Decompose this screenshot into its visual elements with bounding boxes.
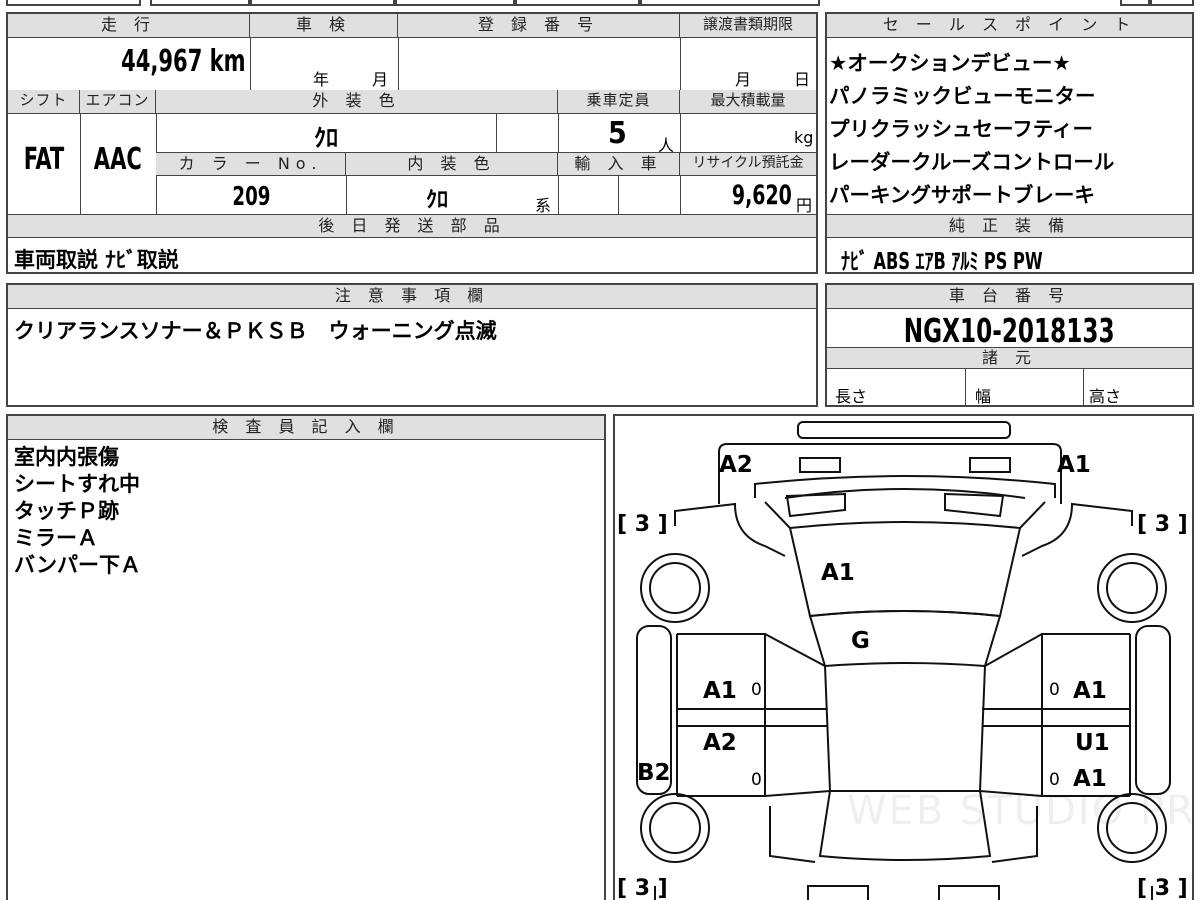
- transfer-month-unit: 月: [735, 70, 752, 89]
- sales-point-item: ★オークションデビュー★: [829, 51, 1071, 75]
- inspection-year-unit: 年: [313, 70, 330, 89]
- sales-point-item: レーダークルーズコントロール: [829, 150, 1115, 174]
- tire-depth-front-left: [ 3 ]: [617, 512, 668, 537]
- inspection-header: 車 検: [250, 14, 398, 38]
- shift-value: FAT: [23, 142, 65, 177]
- color-no-header: カ ラ ー No.: [156, 152, 346, 176]
- exterior-color-header: 外 装 色: [156, 90, 558, 114]
- spec-width-label: 幅: [975, 387, 992, 406]
- notes-header: 注 意 事 項 欄: [8, 285, 816, 309]
- recycle-fee-unit: 円: [796, 196, 813, 215]
- inspector-notes: 室内内張傷 シートすれ中 タッチＰ跡 ミラーＡ バンパー下Ａ: [14, 444, 141, 579]
- aircon-value: AAC: [93, 142, 143, 177]
- inspector-note: タッチＰ跡: [14, 499, 119, 523]
- recycle-fee-value: 9,620: [732, 180, 792, 211]
- mark-left-rear-door: A2: [703, 730, 737, 756]
- interior-color-value: ｸﾛ: [425, 188, 448, 213]
- inspector-panel: 検 査 員 記 入 欄 室内内張傷 シートすれ中 タッチＰ跡 ミラーＡ バンパー…: [6, 414, 606, 900]
- car-damage-diagram: A2 A1 A1 G A1 A1 A2 U1 A1 B2 0 0 0 0 [ 3…: [613, 414, 1194, 900]
- tire-depth-rear-right: [ 3 ]: [1137, 876, 1188, 900]
- inspector-note: 室内内張傷: [14, 445, 119, 469]
- transfer-deadline-header: 譲渡書類期限: [680, 14, 816, 38]
- watermark: WEB STUDIO PRO: [847, 788, 1194, 834]
- vehicle-info-panel: 走 行 車 検 登 録 番 号 譲渡書類期限 44,967 km 年 月 月 日…: [6, 12, 818, 274]
- mark-right-rear-door-1: U1: [1075, 730, 1110, 756]
- chassis-number: NGX10-2018133: [904, 311, 1115, 350]
- interior-color-suffix: 系: [535, 196, 552, 215]
- spec-length-label: 長さ: [835, 387, 868, 406]
- transfer-day-unit: 日: [794, 70, 811, 89]
- sales-point-item: プリクラッシュセーフティー: [829, 117, 1094, 141]
- max-load-header: 最大積載量: [680, 90, 816, 114]
- inspector-header: 検 査 員 記 入 欄: [8, 416, 604, 440]
- sales-point-item: パノラミックビューモニター: [829, 84, 1096, 108]
- notes-text: クリアランスソナー＆ＰＫＳＢ ウォーニング点滅: [14, 319, 497, 343]
- notes-panel: 注 意 事 項 欄 クリアランスソナー＆ＰＫＳＢ ウォーニング点滅: [6, 283, 818, 407]
- later-parts-header: 後 日 発 送 部 品: [8, 214, 816, 238]
- mileage-value: 44,967 km: [121, 44, 246, 79]
- mark-hood: A1: [821, 560, 855, 586]
- color-no-value: 209: [231, 182, 271, 212]
- mark-front-right: A1: [1057, 452, 1091, 478]
- genuine-equipment-header: 純 正 装 備: [827, 214, 1192, 238]
- sales-point-item: パーキングサポートブレーキ: [829, 183, 1095, 207]
- mark-right-front-door: A1: [1073, 678, 1107, 704]
- mark-left-front-door: A1: [703, 678, 737, 704]
- capacity-header: 乗車定員: [558, 90, 680, 114]
- zero-mark-3: 0: [751, 770, 762, 790]
- chassis-header: 車 台 番 号: [827, 285, 1192, 309]
- capacity-value: 5: [608, 116, 627, 151]
- inspector-note: シートすれ中: [14, 472, 140, 496]
- sales-points-list: ★オークションデビュー★ パノラミックビューモニター プリクラッシュセーフティー…: [829, 47, 1114, 212]
- import-header: 輸 入 車: [558, 152, 680, 176]
- later-parts-value: 車両取説 ﾅﾋﾞ取説: [14, 248, 179, 272]
- mileage-header: 走 行: [8, 14, 250, 38]
- tire-depth-rear-left: [ 3 ]: [617, 876, 668, 900]
- registration-header: 登 録 番 号: [398, 14, 680, 38]
- exterior-color-value: ｸﾛ: [314, 124, 338, 152]
- specs-header: 諸 元: [827, 347, 1192, 369]
- recycle-fee-header: リサイクル預託金: [680, 152, 816, 176]
- aircon-header: エアコン: [80, 90, 156, 114]
- genuine-equipment-value: ﾅﾋﾞ ABS ｴｱB ｱﾙﾐ PS PW: [841, 249, 1043, 275]
- mark-front-left: A2: [719, 452, 753, 478]
- sales-points-header: セ ー ル ス ポ イ ン ト: [827, 14, 1192, 38]
- mark-left-side: B2: [637, 760, 671, 786]
- zero-mark-2: 0: [1049, 680, 1060, 700]
- zero-mark-1: 0: [751, 680, 762, 700]
- shift-header: シフト: [8, 90, 80, 114]
- tire-depth-front-right: [ 3 ]: [1137, 512, 1188, 537]
- inspector-note: バンパー下Ａ: [14, 553, 142, 577]
- interior-color-header: 内 装 色: [346, 152, 558, 176]
- top-strip: [0, 0, 1200, 8]
- spec-height-label: 高さ: [1089, 387, 1122, 406]
- max-load-unit: kg: [794, 128, 814, 147]
- sales-points-panel: セ ー ル ス ポ イ ン ト ★オークションデビュー★ パノラミックビューモニ…: [825, 12, 1194, 275]
- zero-mark-4: 0: [1049, 770, 1060, 790]
- inspector-note: ミラーＡ: [14, 526, 98, 550]
- inspection-month-unit: 月: [372, 70, 389, 89]
- mark-windshield: G: [851, 628, 870, 654]
- chassis-panel: 車 台 番 号 NGX10-2018133 諸 元 長さ 幅 高さ: [825, 283, 1194, 407]
